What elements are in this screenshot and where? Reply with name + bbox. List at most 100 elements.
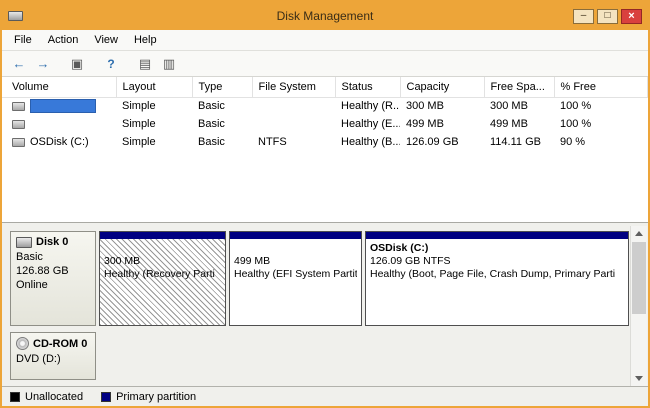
disk0-row: Disk 0 Basic 126.88 GB Online 300 MB Hea… [10, 231, 629, 326]
partition-efi[interactable]: 499 MB Healthy (EFI System Partit [229, 231, 362, 326]
cell-type: Basic [192, 97, 252, 115]
minimize-button[interactable]: – [573, 9, 594, 24]
scrollbar-thumb[interactable] [632, 242, 646, 314]
legend-label: Unallocated [25, 391, 83, 403]
partition-status: Healthy (Recovery Parti [104, 268, 221, 281]
cdrom0-row: CD-ROM 0 DVD (D:) [10, 332, 629, 380]
partition-color-bar [230, 232, 361, 239]
cell-free-space: 300 MB [484, 97, 554, 115]
cdrom0-label[interactable]: CD-ROM 0 DVD (D:) [10, 332, 96, 380]
menu-file[interactable]: File [6, 32, 40, 48]
partition-size: 499 MB [234, 255, 357, 268]
cell-pct-free: 90 % [554, 133, 648, 151]
list-view-button[interactable]: ▤ [134, 54, 156, 74]
forward-button[interactable]: → [32, 54, 54, 74]
console-tree-icon: ▣ [71, 56, 83, 72]
cell-type: Basic [192, 133, 252, 151]
list-view-icon: ▤ [139, 56, 151, 72]
column-header-status[interactable]: Status [335, 77, 400, 97]
partition-size: 300 MB [104, 255, 221, 268]
scroll-up-icon [635, 231, 643, 236]
close-button[interactable]: × [621, 9, 642, 24]
scroll-up-button[interactable] [631, 226, 647, 241]
partition-status: Healthy (Boot, Page File, Crash Dump, Pr… [370, 268, 624, 281]
disk-management-window: Disk Management – □ × File Action View H… [0, 0, 650, 408]
maximize-button[interactable]: □ [597, 9, 618, 24]
scroll-down-button[interactable] [631, 371, 647, 386]
cell-capacity: 499 MB [400, 115, 484, 133]
scrollbar-track[interactable] [631, 241, 647, 371]
cell-file-system [252, 115, 335, 133]
partition-color-bar [366, 232, 628, 239]
help-button[interactable]: ? [100, 54, 122, 74]
forward-icon: → [37, 56, 50, 71]
graph-view-button[interactable]: ▥ [158, 54, 180, 74]
primary-partition-swatch [101, 392, 111, 402]
menu-help[interactable]: Help [126, 32, 165, 48]
partition-title: OSDisk (C:) [370, 242, 624, 255]
toolbar: ← → ▣ ? ▤ ▥ [2, 51, 648, 77]
graphical-view-pane: Disk 0 Basic 126.88 GB Online 300 MB Hea… [2, 226, 648, 406]
column-header-free-space[interactable]: Free Spa... [484, 77, 554, 97]
partition-title [104, 242, 221, 255]
vertical-scrollbar[interactable] [630, 226, 647, 386]
legend-bar: Unallocated Primary partition [2, 386, 648, 406]
disk0-label[interactable]: Disk 0 Basic 126.88 GB Online [10, 231, 96, 326]
cell-free-space: 114.11 GB [484, 133, 554, 151]
graph-view-icon: ▥ [163, 56, 175, 72]
console-tree-button[interactable]: ▣ [66, 54, 88, 74]
cell-layout: Simple [116, 115, 192, 133]
cell-free-space: 499 MB [484, 115, 554, 133]
cell-capacity: 126.09 GB [400, 133, 484, 151]
volume-icon [12, 102, 25, 111]
cell-pct-free: 100 % [554, 115, 648, 133]
volume-icon [12, 120, 25, 129]
legend-item-unallocated: Unallocated [10, 391, 83, 403]
disk-name: Disk 0 [36, 236, 68, 248]
volume-icon [12, 138, 25, 147]
disk-type: Basic [16, 250, 90, 264]
volume-row-efi[interactable]: Simple Basic Healthy (E... 499 MB 499 MB… [2, 115, 648, 133]
window-title: Disk Management [2, 9, 648, 23]
scroll-down-icon [635, 376, 643, 381]
partition-recovery[interactable]: 300 MB Healthy (Recovery Parti [99, 231, 226, 326]
cell-pct-free: 100 % [554, 97, 648, 115]
titlebar[interactable]: Disk Management – □ × [2, 2, 648, 30]
cell-status: Healthy (R... [335, 97, 400, 115]
volume-name-selected [30, 99, 96, 113]
unallocated-swatch [10, 392, 20, 402]
column-header-type[interactable]: Type [192, 77, 252, 97]
cell-file-system [252, 97, 335, 115]
disk-type: DVD (D:) [16, 352, 90, 366]
legend-item-primary-partition: Primary partition [101, 391, 196, 403]
cell-layout: Simple [116, 97, 192, 115]
column-header-volume[interactable]: Volume [2, 77, 116, 97]
partition-osdisk[interactable]: OSDisk (C:) 126.09 GB NTFS Healthy (Boot… [365, 231, 629, 326]
menu-view[interactable]: View [86, 32, 126, 48]
volume-row-osdisk[interactable]: OSDisk (C:) Simple Basic NTFS Healthy (B… [2, 133, 648, 151]
cell-status: Healthy (E... [335, 115, 400, 133]
partition-status: Healthy (EFI System Partit [234, 268, 357, 281]
hard-disk-icon [16, 237, 32, 248]
disk0-partitions: 300 MB Healthy (Recovery Parti 499 MB He… [99, 231, 629, 326]
column-header-capacity[interactable]: Capacity [400, 77, 484, 97]
partition-color-bar [100, 232, 225, 239]
column-header-pct-free[interactable]: % Free [554, 77, 648, 97]
volume-list: Volume Layout Type File System Status Ca… [2, 77, 648, 222]
volume-row-recovery[interactable]: Simple Basic Healthy (R... 300 MB 300 MB… [2, 97, 648, 115]
column-header-file-system[interactable]: File System [252, 77, 335, 97]
partition-size: 126.09 GB NTFS [370, 255, 624, 268]
menu-action[interactable]: Action [40, 32, 87, 48]
column-header-layout[interactable]: Layout [116, 77, 192, 97]
back-button[interactable]: ← [8, 54, 30, 74]
cell-type: Basic [192, 115, 252, 133]
volume-name: OSDisk (C:) [30, 136, 89, 148]
partition-title [234, 242, 357, 255]
cd-rom-icon [16, 337, 29, 350]
volume-table: Volume Layout Type File System Status Ca… [2, 77, 648, 151]
disk-name: CD-ROM 0 [33, 338, 87, 350]
cell-file-system: NTFS [252, 133, 335, 151]
cell-layout: Simple [116, 133, 192, 151]
disk-size: 126.88 GB [16, 264, 90, 278]
cell-capacity: 300 MB [400, 97, 484, 115]
